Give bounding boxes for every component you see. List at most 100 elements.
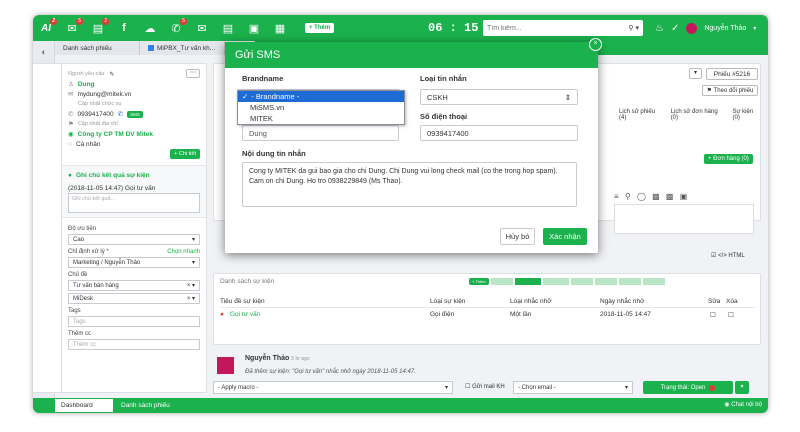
email-select[interactable]: - Chọn email - ▾ bbox=[513, 381, 633, 394]
send-mail-toggle[interactable]: ☐ Gửi mail KH bbox=[465, 383, 505, 390]
clear-icon[interactable]: × ▾ bbox=[187, 295, 195, 302]
personal-option[interactable]: Cá nhân bbox=[76, 141, 101, 148]
close-icon[interactable]: × bbox=[589, 38, 602, 51]
company-option[interactable]: Công ty CP TM DV Mitek bbox=[78, 131, 153, 138]
order-button[interactable]: + Đơn hàng (0) bbox=[704, 154, 753, 164]
address-note[interactable]: Cập nhật địa chỉ bbox=[78, 121, 118, 127]
topic-select-2[interactable]: MiDesk × ▾ bbox=[68, 293, 200, 304]
confirm-button[interactable]: Xác nhận bbox=[543, 228, 587, 245]
map-icon: ⚑ bbox=[68, 121, 74, 128]
col-type: Loại sự kiện bbox=[430, 298, 466, 305]
facebook-icon[interactable]: f bbox=[111, 15, 137, 41]
delete-checkbox[interactable]: ☐ bbox=[728, 311, 734, 319]
content-textarea[interactable]: Cong ty MITEK da gui bao gia cho chi Dun… bbox=[242, 162, 577, 207]
event-title-link[interactable]: Gọi tư vấn bbox=[230, 311, 260, 318]
event-action-button[interactable] bbox=[642, 278, 665, 285]
tab-events[interactable]: Sự kiện (0) bbox=[733, 109, 760, 121]
add-event-button[interactable]: + Thêm bbox=[469, 278, 489, 285]
message-type-select[interactable]: CSKH ⇕ bbox=[420, 89, 578, 105]
bottom-tab-tickets[interactable]: Danh sách phiếu bbox=[115, 399, 176, 412]
calendar-icon[interactable]: ▦ bbox=[267, 15, 293, 41]
priority-label: Độ ưu tiên bbox=[68, 226, 97, 232]
radio-icon[interactable]: ○ bbox=[68, 141, 72, 148]
mail-icon[interactable]: ✉ bbox=[189, 15, 215, 41]
assign-quick-link[interactable]: Chọn nhanh bbox=[167, 249, 200, 255]
check-icon[interactable]: ✓ bbox=[671, 23, 679, 34]
follow-button-label: Theo dõi phiếu bbox=[713, 88, 754, 94]
follow-button[interactable]: ⚑ Theo dõi phiếu bbox=[702, 85, 758, 96]
macro-select[interactable]: - Apply macro - ▾ bbox=[213, 381, 453, 394]
html-toggle[interactable]: ☑ </> HTML bbox=[711, 252, 745, 259]
event-action-button[interactable] bbox=[594, 278, 617, 285]
internal-chat-link[interactable]: ◉ Chat nội bộ bbox=[724, 401, 762, 408]
sms-button[interactable]: SMS bbox=[127, 110, 143, 118]
add-button-label: Thêm bbox=[314, 25, 331, 31]
event-action-button[interactable] bbox=[514, 278, 541, 285]
radio-icon[interactable]: ◉ bbox=[68, 130, 74, 138]
checkbox-icon[interactable]: ☑ bbox=[711, 253, 716, 259]
avatar[interactable] bbox=[686, 22, 698, 34]
requester-name[interactable]: Dung bbox=[78, 81, 95, 88]
event-action-button[interactable] bbox=[542, 278, 569, 285]
user-name[interactable]: Nguyễn Thảo bbox=[704, 25, 746, 32]
tab-order-history[interactable]: Lịch sử đơn hàng (0) bbox=[671, 109, 723, 121]
checkbox-icon[interactable]: ☐ bbox=[465, 384, 470, 390]
chat-icon[interactable]: ▤ bbox=[215, 15, 241, 41]
file-icon[interactable]: ▣ bbox=[241, 15, 267, 41]
add-button[interactable]: + Thêm bbox=[305, 23, 335, 33]
clear-icon[interactable]: × ▾ bbox=[187, 282, 195, 289]
notifications-icon[interactable]: ✉ 5 bbox=[59, 15, 85, 41]
col-date: Ngày nhắc nhở bbox=[600, 298, 645, 305]
avatar bbox=[217, 357, 234, 374]
notification-badge: 2 bbox=[102, 18, 109, 25]
message-icon[interactable]: ▤ 2 bbox=[85, 15, 111, 41]
event-action-button[interactable] bbox=[570, 278, 593, 285]
event-action-button[interactable] bbox=[618, 278, 641, 285]
search-icon[interactable]: ⚲ ▾ bbox=[628, 24, 639, 32]
tags-input[interactable]: Tags bbox=[68, 316, 200, 327]
requester-phone[interactable]: 0939417400 bbox=[77, 111, 113, 118]
more-button[interactable]: ▾ bbox=[689, 68, 702, 79]
tab-ticket-history[interactable]: Lịch sử phiếu (4) bbox=[619, 109, 661, 121]
call-button-icon[interactable]: ✆ bbox=[118, 110, 123, 118]
cancel-button[interactable]: Hủy bỏ bbox=[500, 228, 535, 245]
edit-icon[interactable]: ✎ bbox=[109, 71, 114, 78]
assign-select[interactable]: Marketing / Nguyễn Thảo ▾ bbox=[68, 257, 200, 268]
chevron-down-icon[interactable]: ▾ bbox=[753, 25, 756, 32]
content-text: Cong ty MITEK da gui bao gia cho chi Dun… bbox=[249, 168, 558, 185]
status-button[interactable]: Trạng thái: Open bbox=[643, 381, 733, 394]
brandname-option[interactable]: ✓ - Brandname - bbox=[238, 91, 404, 102]
priority-value: Cao bbox=[73, 236, 85, 243]
requester-email[interactable]: mydung@mitek.vn bbox=[77, 91, 131, 98]
name-field[interactable]: Dung bbox=[242, 125, 399, 141]
phone-input[interactable]: 0939417400 bbox=[420, 125, 578, 141]
detail-button[interactable]: + Chi tiết bbox=[170, 149, 200, 159]
zalo-icon[interactable]: ☁ bbox=[137, 15, 163, 41]
content-label: Nội dung tin nhắn bbox=[242, 149, 306, 158]
tab-ticket-detail[interactable]: MiPBX_Tư vấn kh... bbox=[140, 41, 225, 55]
brandname-option[interactable]: MiSMS.vn bbox=[238, 102, 404, 113]
note-input[interactable]: Ghi chú kết quả... bbox=[68, 193, 200, 213]
dashboard-icon[interactable]: ◐ bbox=[33, 41, 55, 63]
bell-icon[interactable]: ♨ bbox=[655, 23, 664, 34]
dot-icon: ● bbox=[68, 171, 72, 179]
cc-input[interactable]: Thêm cc bbox=[68, 339, 200, 350]
macro-placeholder: - Apply macro - bbox=[218, 384, 259, 391]
event-action-button[interactable] bbox=[490, 278, 513, 285]
position-note[interactable]: Cập nhật chức vụ bbox=[78, 101, 121, 107]
priority-select[interactable]: Cao ▾ bbox=[68, 234, 200, 245]
status-dropdown-button[interactable]: ▾ bbox=[735, 381, 749, 394]
call-icon[interactable]: ✆ 5 bbox=[163, 15, 189, 41]
tab-ticket-list[interactable]: Danh sách phiếu bbox=[55, 41, 140, 55]
search-input[interactable] bbox=[487, 24, 629, 32]
edit-checkbox[interactable]: ☐ bbox=[710, 311, 716, 319]
topic-select[interactable]: Tư vấn bán hàng × ▾ bbox=[68, 280, 200, 291]
brand-logo[interactable]: AI 2 bbox=[33, 15, 59, 41]
search-box[interactable]: ⚲ ▾ bbox=[483, 20, 643, 36]
note-section-title: Ghi chú kết quả sự kiện bbox=[75, 171, 150, 179]
editor-area[interactable] bbox=[614, 204, 754, 234]
brandname-option[interactable]: MITEK bbox=[238, 113, 404, 124]
email-icon: ✉ bbox=[68, 91, 74, 98]
bottom-tab-dashboard[interactable]: Dashboard bbox=[55, 399, 113, 412]
more-button[interactable]: ⋯ bbox=[186, 69, 200, 78]
